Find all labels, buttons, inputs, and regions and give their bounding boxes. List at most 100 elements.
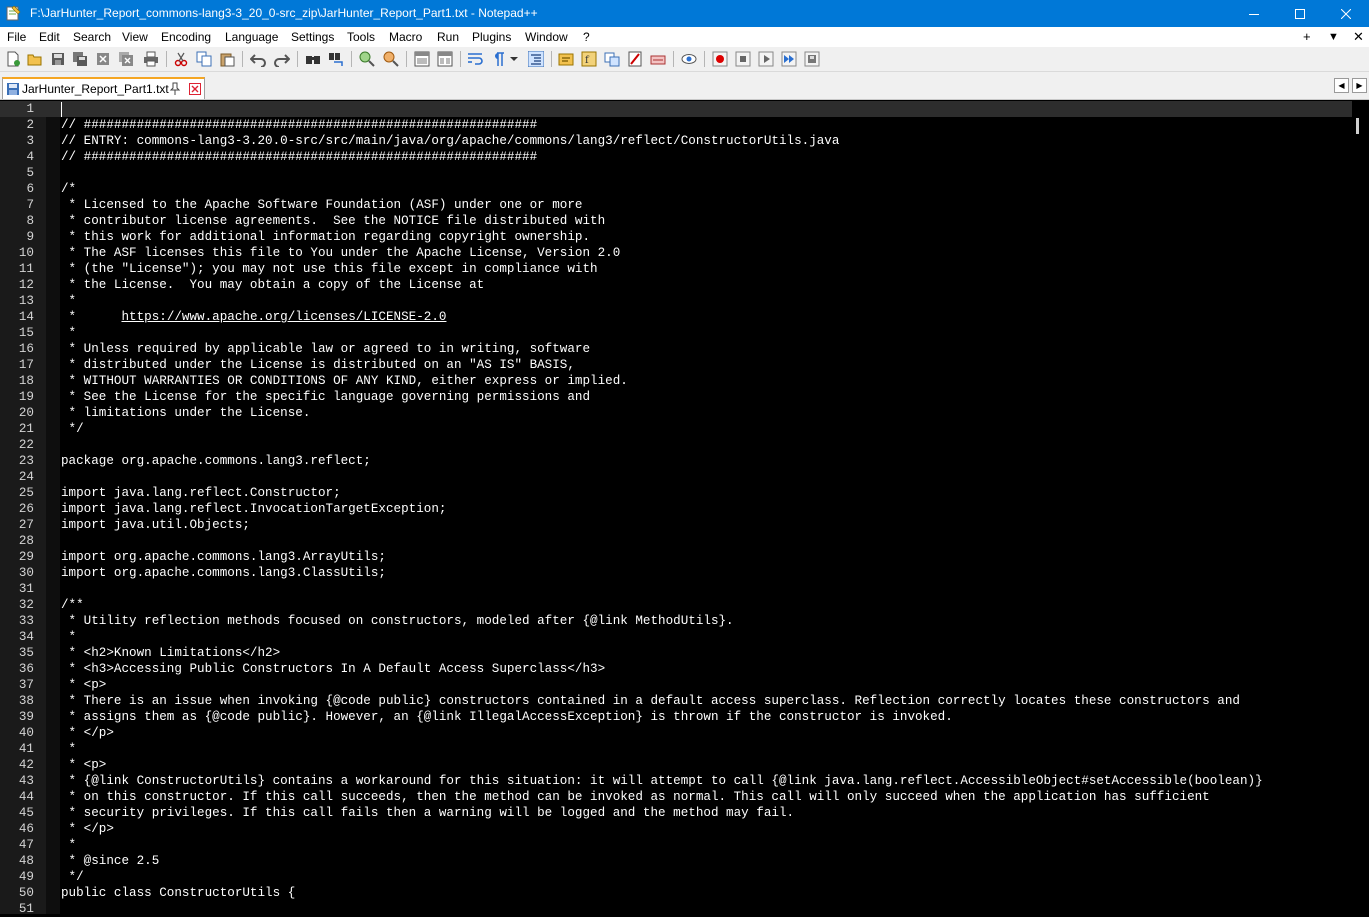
print-icon[interactable] (143, 51, 159, 67)
sync-vertical-icon[interactable] (414, 51, 430, 67)
new-file-icon[interactable] (5, 51, 21, 67)
show-all-chars-icon[interactable] (490, 51, 506, 67)
macro-run-multiple-icon[interactable] (781, 51, 797, 67)
tab-scroll-left-button[interactable]: ◀ (1334, 78, 1349, 93)
close-button[interactable] (1323, 0, 1369, 27)
zoom-out-icon[interactable] (383, 51, 399, 67)
scrollbar-thumb[interactable] (1356, 118, 1359, 134)
line-number: 16 (18, 342, 34, 356)
menu-search[interactable]: Search (73, 30, 111, 44)
line-text: */ (61, 870, 84, 884)
function-list-icon[interactable]: f (581, 51, 597, 67)
line-number: 51 (18, 902, 34, 916)
license-link[interactable]: https://www.apache.org/licenses/LICENSE-… (121, 310, 446, 324)
add-tab-button[interactable]: + (1303, 29, 1311, 44)
line-number: 14 (18, 310, 34, 324)
word-wrap-icon[interactable] (467, 51, 483, 67)
monitoring-icon[interactable] (650, 51, 666, 67)
menu-language[interactable]: Language (225, 30, 278, 44)
line-text: import org.apache.commons.lang3.ClassUti… (61, 566, 386, 580)
line-number: 31 (18, 582, 34, 596)
editor-line: 17 * distributed under the License is di… (0, 357, 1352, 373)
maximize-icon (1295, 8, 1305, 19)
line-number: 5 (26, 166, 34, 180)
line-text: /* (61, 182, 77, 196)
menu-tools[interactable]: Tools (347, 30, 375, 44)
editor-line: 47 * (0, 837, 1352, 853)
tab-list-button[interactable]: ▼ (1328, 31, 1339, 43)
replace-icon[interactable] (328, 51, 344, 67)
line-number: 20 (18, 406, 34, 420)
title-bar: F:\JarHunter_Report_commons-lang3-3_20_0… (0, 0, 1369, 27)
toolbar-separator (242, 51, 243, 67)
line-number: 28 (18, 534, 34, 548)
save-all-icon[interactable] (72, 51, 88, 67)
editor-line: 42 * <p> (0, 757, 1352, 773)
line-number: 9 (26, 230, 34, 244)
line-text: import java.lang.reflect.Constructor; (61, 486, 341, 500)
document-map-icon[interactable] (627, 51, 643, 67)
macro-stop-icon[interactable] (735, 51, 751, 67)
close-document-button[interactable]: ✕ (1353, 29, 1364, 45)
close-icon (1341, 8, 1351, 19)
menu-file[interactable]: File (7, 30, 26, 44)
language-icon[interactable] (558, 51, 574, 67)
sync-horizontal-icon[interactable] (437, 51, 453, 67)
menu-plugins[interactable]: Plugins (472, 30, 511, 44)
zoom-in-icon[interactable] (359, 51, 375, 67)
editor-line: 25 import java.lang.reflect.Constructor; (0, 485, 1352, 501)
macro-record-icon[interactable] (712, 51, 728, 67)
editor-line: 18 * WITHOUT WARRANTIES OR CONDITIONS OF… (0, 373, 1352, 389)
undo-icon[interactable] (250, 51, 266, 67)
menu-help[interactable]: ? (583, 30, 590, 44)
open-file-icon[interactable] (27, 51, 43, 67)
close-icon[interactable] (95, 51, 111, 67)
vertical-scrollbar[interactable] (1352, 101, 1369, 914)
line-text: package org.apache.commons.lang3.reflect… (61, 454, 371, 468)
save-icon[interactable] (50, 51, 66, 67)
menu-run[interactable]: Run (437, 30, 459, 44)
menu-view[interactable]: View (122, 30, 148, 44)
indent-guide-icon[interactable] (528, 51, 544, 67)
line-text: public class ConstructorUtils { (61, 886, 296, 900)
menu-edit[interactable]: Edit (39, 30, 60, 44)
line-text: * <p> (61, 678, 107, 692)
maximize-button[interactable] (1277, 0, 1323, 27)
paste-icon[interactable] (219, 51, 235, 67)
minimize-button[interactable] (1231, 0, 1277, 27)
tab-scroll-right-button[interactable]: ▶ (1352, 78, 1367, 93)
folder-workspace-icon[interactable] (604, 51, 620, 67)
editor-line: 38 * There is an issue when invoking {@c… (0, 693, 1352, 709)
close-all-icon[interactable] (118, 51, 134, 67)
menu-window[interactable]: Window (525, 30, 568, 44)
chevron-down-icon[interactable] (509, 51, 519, 67)
tab-close-icon[interactable] (189, 83, 201, 95)
copy-icon[interactable] (196, 51, 212, 67)
toolbar-separator (551, 51, 552, 67)
cut-icon[interactable] (173, 51, 189, 67)
editor-area[interactable]: 1 2// ###################################… (0, 101, 1369, 916)
eye-icon[interactable] (681, 51, 697, 67)
menu-settings[interactable]: Settings (291, 30, 334, 44)
macro-play-icon[interactable] (758, 51, 774, 67)
pin-icon[interactable] (169, 82, 181, 96)
line-number: 25 (18, 486, 34, 500)
find-icon[interactable] (305, 51, 321, 67)
menu-encoding[interactable]: Encoding (161, 30, 211, 44)
editor-line: 26 import java.lang.reflect.InvocationTar… (0, 501, 1352, 517)
line-number: 4 (26, 150, 34, 164)
macro-save-icon[interactable] (804, 51, 820, 67)
editor-line: 39 * assigns them as {@code public}. How… (0, 709, 1352, 725)
tab-jarhunter-report-part1[interactable]: JarHunter_Report_Part1.txt (2, 77, 205, 99)
line-number: 37 (18, 678, 34, 692)
line-text: * <h2>Known Limitations</h2> (61, 646, 281, 660)
line-number: 1 (26, 102, 34, 116)
editor-line: 36 * <h3>Accessing Public Constructors I… (0, 661, 1352, 677)
line-number: 12 (18, 278, 34, 292)
toolbar-separator (351, 51, 352, 67)
line-number: 27 (18, 518, 34, 532)
line-text: * the License. You may obtain a copy of … (61, 278, 485, 292)
redo-icon[interactable] (274, 51, 290, 67)
editor-line: 48 * @since 2.5 (0, 853, 1352, 869)
menu-macro[interactable]: Macro (389, 30, 422, 44)
